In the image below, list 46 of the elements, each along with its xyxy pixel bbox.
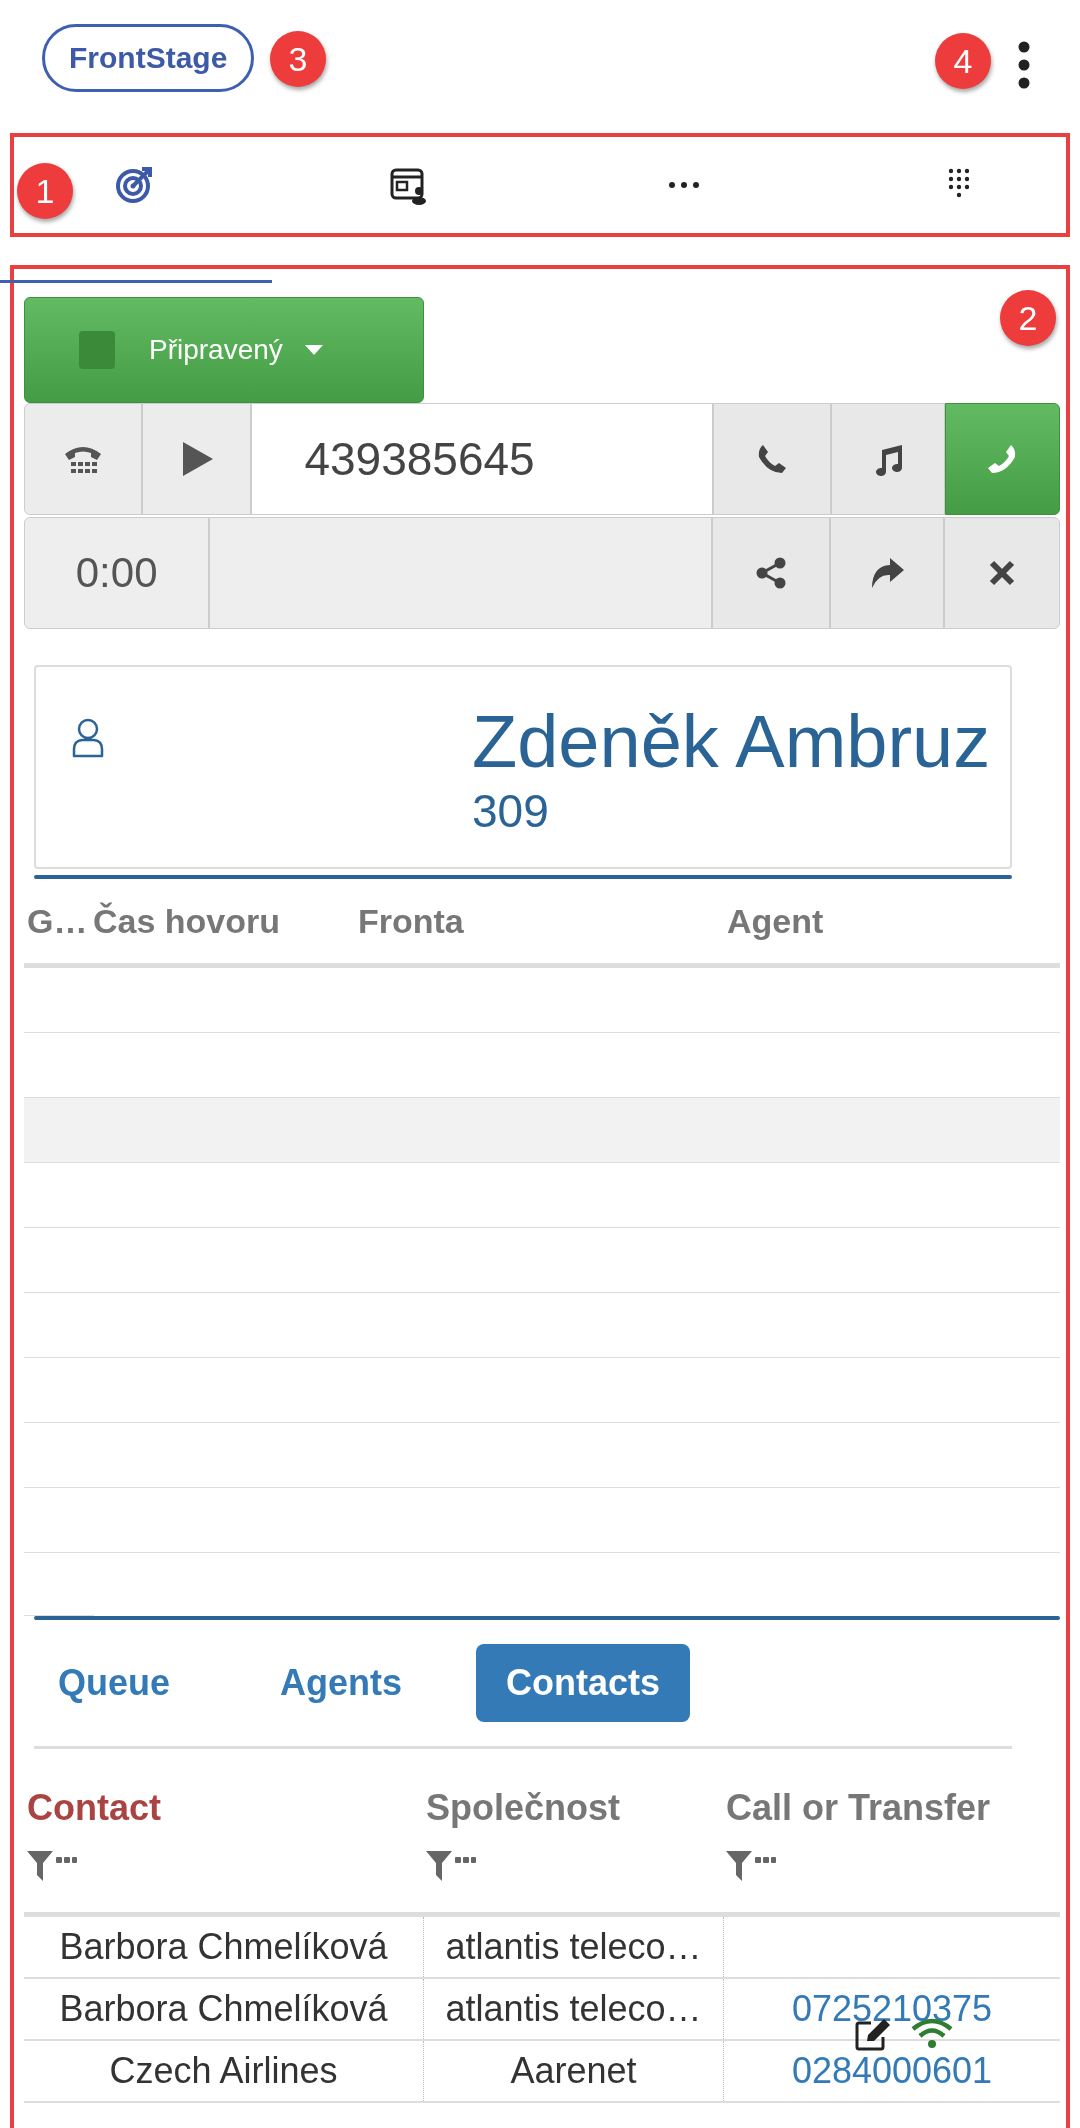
number-field[interactable]: 439385645 (251, 403, 714, 515)
annotation-badge: 2 (1000, 290, 1056, 346)
column-header[interactable]: Agent (727, 901, 824, 941)
user-icon (70, 717, 106, 759)
caret-icon (304, 345, 323, 355)
filter-icon[interactable] (726, 1851, 776, 1881)
forward-button[interactable] (829, 517, 945, 629)
column-header[interactable]: Společnost (426, 1787, 621, 1829)
phone-link[interactable]: 0725210375 (791, 1988, 993, 2030)
status-dropdown[interactable]: Připravený (24, 297, 424, 403)
phone-icon (756, 443, 788, 475)
close-icon (989, 560, 1016, 586)
share-icon (756, 557, 787, 589)
table-cell: Barbora Chmelíková (59, 1926, 388, 1968)
caller-name: Zdeněk Ambruz (472, 701, 991, 783)
column-header[interactable]: Contact (27, 1787, 161, 1829)
target-icon[interactable] (114, 165, 154, 205)
annotation-badge: 4 (935, 33, 991, 89)
tab[interactable]: Contacts (476, 1644, 691, 1722)
column-header[interactable]: Čas hovoru (93, 901, 281, 941)
tab[interactable]: Agents (250, 1644, 433, 1722)
table-cell: Aarenet (510, 2050, 637, 2092)
table-cell: Barbora Chmelíková (59, 1988, 388, 2030)
status-square-icon (79, 331, 115, 369)
caller-extension: 309 (472, 784, 550, 839)
column-header[interactable]: Call or Transfer (726, 1787, 991, 1829)
share-button[interactable] (712, 517, 830, 629)
filter-icon[interactable] (426, 1851, 476, 1881)
phone-link[interactable]: 0284000601 (791, 2050, 993, 2092)
more-icon[interactable] (1017, 40, 1031, 90)
tab[interactable]: Queue (28, 1644, 201, 1722)
forward-arrow-icon (870, 558, 905, 588)
call-timer: 0:00 (24, 517, 210, 629)
table-cell: Czech Airlines (109, 2050, 338, 2092)
brand-badge[interactable]: FrontStage (42, 24, 255, 92)
play-button[interactable] (142, 403, 252, 515)
table-cell: atlantis teleco… (445, 1988, 702, 2030)
play-icon (180, 442, 213, 476)
annotation-badge: 3 (270, 31, 326, 87)
column-header[interactable]: Fronta (358, 901, 464, 941)
filter-icon[interactable] (27, 1851, 77, 1881)
table-cell: atlantis teleco… (445, 1926, 702, 1968)
column-header[interactable]: G… (27, 901, 88, 941)
annotation-badge: 1 (17, 163, 73, 219)
dialpad-button[interactable] (24, 403, 143, 515)
music-button[interactable] (830, 403, 945, 515)
